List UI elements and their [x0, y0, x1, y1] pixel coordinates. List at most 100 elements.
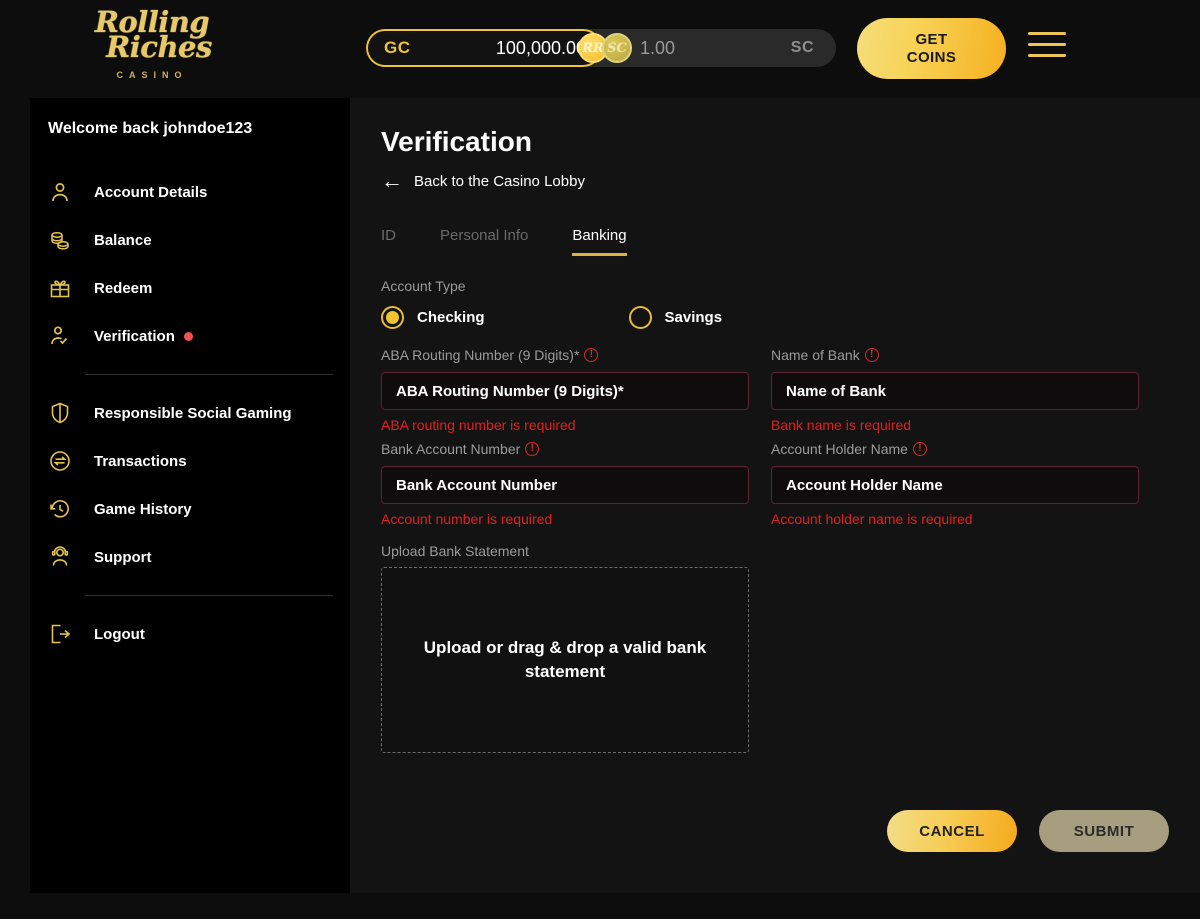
- sidebar-item-label: Responsible Social Gaming: [94, 404, 292, 422]
- sidebar-item-label: Support: [94, 548, 152, 566]
- sidebar-item-label: Account Details: [94, 183, 208, 201]
- main-content: Verification ← Back to the Casino Lobby …: [350, 98, 1200, 893]
- shield-icon: [48, 400, 82, 426]
- error-info-icon: !: [584, 348, 599, 362]
- tab-id[interactable]: ID: [381, 227, 396, 256]
- field-aba-routing-number: ABA Routing Number (9 Digits)* ! ABA rou…: [381, 345, 749, 435]
- coins-stack-icon: [48, 227, 82, 253]
- sidebar-divider-top: [85, 374, 333, 375]
- field-bank-account-number: Bank Account Number ! Account number is …: [381, 439, 749, 529]
- sweeps-coin-icon[interactable]: SC: [602, 33, 632, 63]
- field-label: Bank Account Number: [381, 441, 521, 457]
- field-error-message: Bank name is required: [771, 417, 912, 433]
- error-info-icon: !: [525, 442, 540, 456]
- sidebar-nav: Account Details Balance Redeem Verificat…: [30, 168, 350, 658]
- sidebar-item-redeem[interactable]: Redeem: [30, 264, 350, 312]
- gc-tag: GC: [384, 38, 411, 57]
- radio-savings-label: Savings: [664, 309, 723, 326]
- sidebar-item-label: Verification: [94, 327, 175, 345]
- field-name-of-bank: Name of Bank ! Bank name is required: [771, 345, 1139, 435]
- radio-checking-icon[interactable]: [381, 306, 404, 329]
- dropzone-text: Upload or drag & drop a valid bank state…: [423, 638, 707, 681]
- balance-bar[interactable]: GC 100,000.00 RR SC 1.00 SC: [366, 29, 836, 67]
- field-label-row: Bank Account Number !: [381, 439, 749, 459]
- sidebar-item-logout[interactable]: Logout: [30, 610, 350, 658]
- field-label-row: Account Holder Name !: [771, 439, 1139, 459]
- burger-bar-1: [1028, 32, 1066, 35]
- submit-button[interactable]: SUBMIT: [1039, 810, 1169, 852]
- sidebar-item-responsible-social-gaming[interactable]: Responsible Social Gaming: [30, 389, 350, 437]
- sweeps-coin-balance[interactable]: 1.00 SC: [602, 29, 836, 67]
- sidebar-item-label: Logout: [94, 625, 145, 643]
- brand-subtitle: CASINO: [116, 70, 188, 80]
- radio-savings-icon[interactable]: [628, 306, 652, 329]
- brand-logo-script: Rolling Riches: [88, 8, 216, 64]
- account-holder-name-input[interactable]: [771, 466, 1139, 504]
- sc-tag: SC: [790, 39, 814, 56]
- sidebar-item-account-details[interactable]: Account Details: [30, 168, 350, 216]
- logout-icon: [48, 621, 82, 647]
- name-of-bank-input[interactable]: [771, 372, 1139, 410]
- radio-checking-label: Checking: [417, 309, 485, 326]
- field-error-message: Account number is required: [381, 511, 553, 527]
- sidebar-divider-bottom: [85, 595, 333, 596]
- back-to-lobby-link[interactable]: ← Back to the Casino Lobby: [381, 168, 1200, 193]
- sc-amount: 1.00: [640, 37, 676, 58]
- tab-banking[interactable]: Banking: [572, 227, 627, 256]
- sidebar-item-transactions[interactable]: Transactions: [30, 437, 350, 485]
- page-title: Verification: [381, 126, 532, 157]
- field-error-message: Account holder name is required: [771, 511, 973, 527]
- field-account-holder-name: Account Holder Name ! Account holder nam…: [771, 439, 1139, 529]
- back-link-label: Back to the Casino Lobby: [414, 172, 585, 190]
- brand-line-2: Riches: [106, 30, 212, 64]
- sidebar-item-game-history[interactable]: Game History: [30, 485, 350, 533]
- welcome-message: Welcome back johndoe123: [48, 120, 253, 137]
- burger-bar-3: [1028, 54, 1066, 57]
- radio-option-savings[interactable]: Savings: [628, 306, 723, 329]
- account-type-label: Account Type: [381, 278, 466, 294]
- banking-form: ABA Routing Number (9 Digits)* ! ABA rou…: [381, 345, 1171, 533]
- field-label: Name of Bank: [771, 347, 860, 363]
- sidebar-item-label: Balance: [94, 231, 152, 249]
- clock-history-icon: [48, 496, 82, 522]
- error-info-icon: !: [912, 442, 927, 456]
- bank-statement-dropzone[interactable]: Upload or drag & drop a valid bank state…: [381, 567, 749, 753]
- gc-amount: 100,000.00: [495, 37, 586, 58]
- aba-routing-number-input[interactable]: [381, 372, 749, 410]
- form-actions: CANCEL SUBMIT: [887, 810, 1169, 852]
- arrow-left-icon: ←: [381, 168, 403, 193]
- user-icon: [48, 179, 82, 205]
- sidebar-item-label: Redeem: [94, 279, 153, 297]
- user-check-icon: [48, 323, 82, 349]
- error-info-icon: !: [864, 348, 879, 362]
- sidebar-item-verification[interactable]: Verification: [30, 312, 350, 360]
- get-coins-line-2: COINS: [906, 48, 957, 66]
- sidebar-item-label: Transactions: [94, 452, 187, 470]
- bank-account-number-input[interactable]: [381, 466, 749, 504]
- field-label: ABA Routing Number (9 Digits)*: [381, 347, 580, 363]
- get-coins-line-1: GET: [915, 30, 948, 48]
- field-error-message: ABA routing number is required: [381, 417, 576, 433]
- verification-tabs: ID Personal Info Banking: [381, 220, 1200, 256]
- get-coins-button[interactable]: GET COINS: [857, 18, 1006, 79]
- upload-bank-statement-label: Upload Bank Statement: [381, 543, 529, 559]
- gift-icon: [48, 275, 82, 301]
- tab-personal-info[interactable]: Personal Info: [440, 227, 528, 256]
- cancel-button[interactable]: CANCEL: [887, 810, 1017, 852]
- sidebar-item-support[interactable]: Support: [30, 533, 350, 581]
- exchange-arrows-icon: [48, 448, 82, 474]
- gold-coin-balance[interactable]: GC 100,000.00: [366, 29, 602, 67]
- top-bar: Rolling Riches CASINO GC 100,000.00 RR S…: [0, 0, 1200, 98]
- field-label-row: Name of Bank !: [771, 345, 1139, 365]
- field-label-row: ABA Routing Number (9 Digits)* !: [381, 345, 749, 365]
- radio-option-checking[interactable]: Checking: [381, 306, 485, 329]
- status-badge-dot: [183, 331, 193, 341]
- coin-toggle[interactable]: RR SC: [578, 33, 632, 63]
- sidebar: Welcome back johndoe123 Account Details: [30, 98, 350, 893]
- hamburger-menu-icon[interactable]: [1028, 32, 1066, 62]
- field-label: Account Holder Name: [771, 441, 908, 457]
- brand-logo[interactable]: Rolling Riches CASINO: [88, 8, 216, 88]
- sidebar-item-balance[interactable]: Balance: [30, 216, 350, 264]
- headset-agent-icon: [48, 544, 82, 570]
- app-window: Rolling Riches CASINO GC 100,000.00 RR S…: [0, 0, 1200, 919]
